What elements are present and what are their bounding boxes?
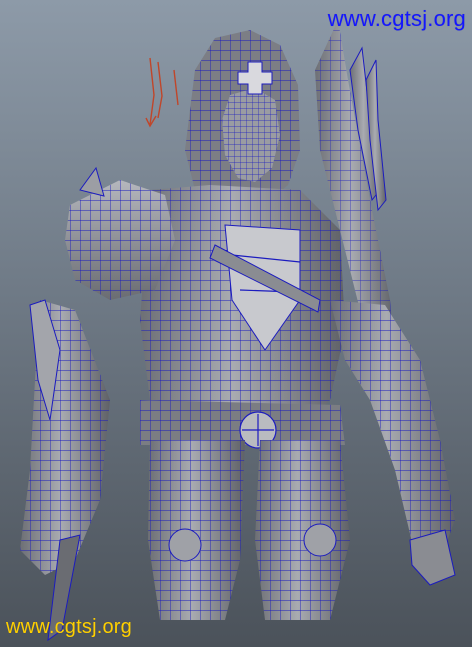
- left-arm: [20, 299, 110, 642]
- armored-character-wireframe: [20, 20, 456, 642]
- 3d-viewport[interactable]: www.cgtsj.org www.cgtsj.org: [0, 0, 472, 647]
- left-pauldron: [65, 166, 175, 300]
- pivot-marker: [145, 57, 179, 128]
- legs: [148, 440, 350, 620]
- watermark-bottom: www.cgtsj.org: [6, 616, 132, 638]
- watermark-top: www.cgtsj.org: [327, 6, 466, 31]
